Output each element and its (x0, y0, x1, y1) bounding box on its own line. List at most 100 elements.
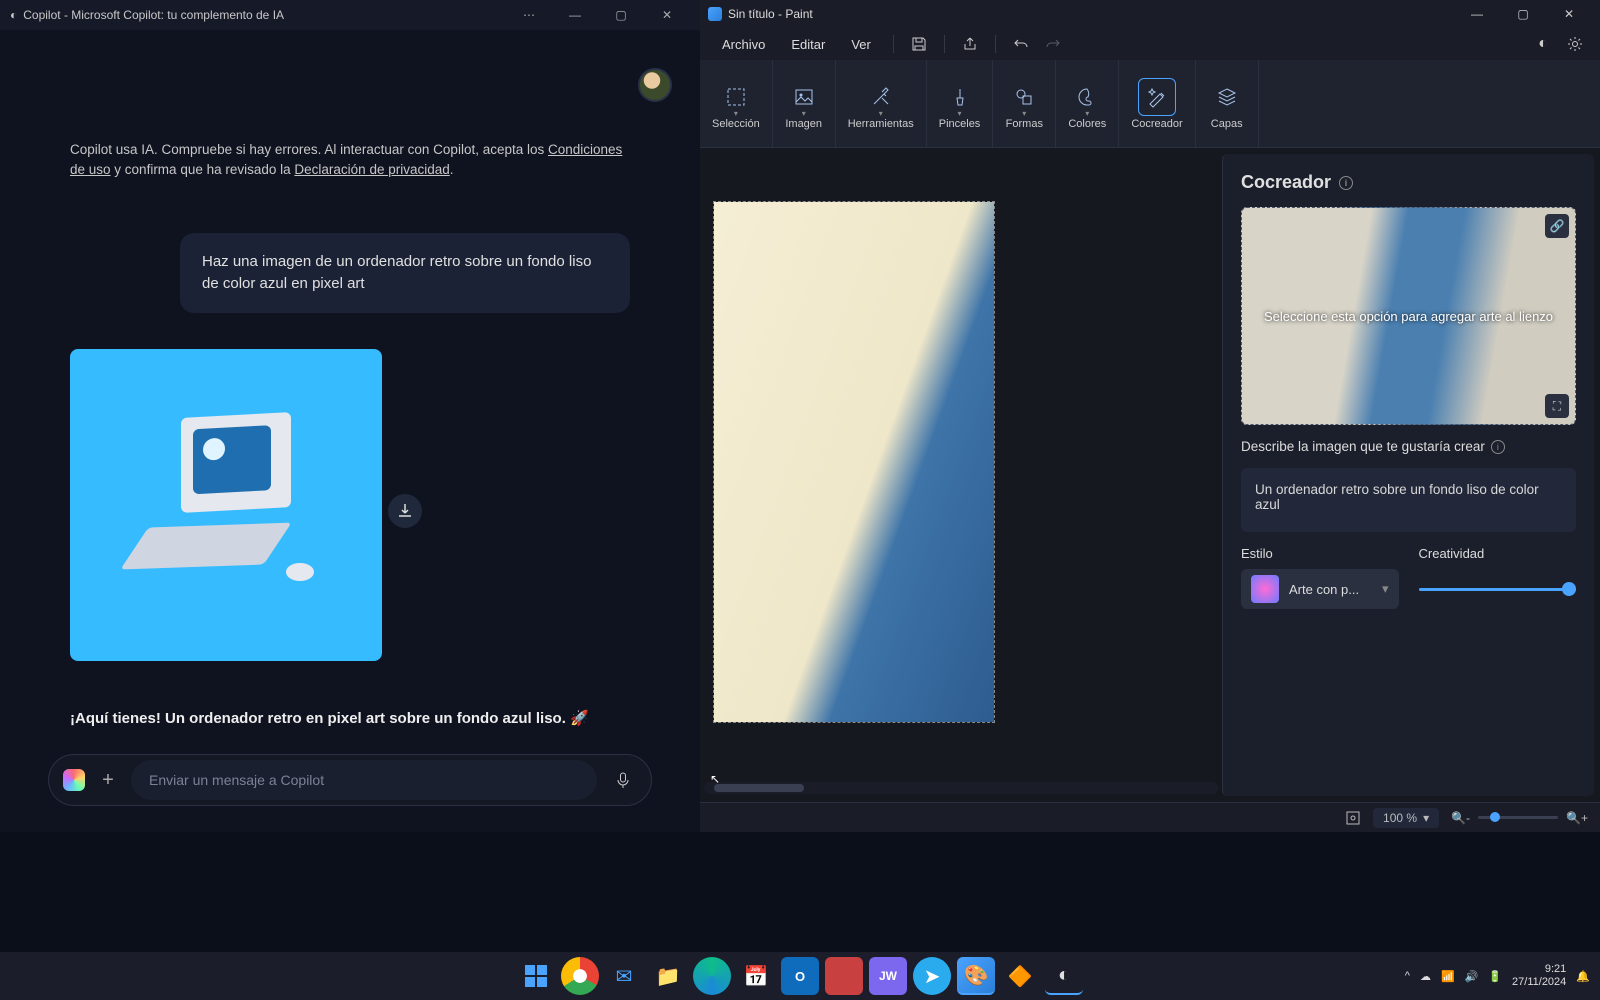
taskbar-app2[interactable]: JW (869, 957, 907, 995)
paint-titlebar: Sin título - Paint — ▢ ✕ (700, 0, 1600, 28)
response-caption: ¡Aquí tienes! Un ordenador retro en pixe… (70, 709, 630, 727)
microphone-button[interactable] (609, 766, 637, 794)
horizontal-scrollbar[interactable] (704, 782, 1218, 794)
ribbon-capas-label: Capas (1211, 118, 1243, 130)
taskbar-telegram[interactable]: ➤ (913, 957, 951, 995)
ribbon-pinceles[interactable]: ▾Pinceles (927, 60, 994, 147)
taskbar-outlook[interactable]: O (781, 957, 819, 995)
image-icon (793, 86, 815, 108)
palette-icon (1076, 86, 1098, 108)
taskbar-app3[interactable]: 🔶 (1001, 957, 1039, 995)
style-col: Estilo Arte con p... ▾ (1241, 546, 1399, 609)
zoom-in-button[interactable]: 🔍+ (1566, 811, 1588, 825)
ribbon-cocreador[interactable]: Cocreador (1119, 60, 1195, 147)
copilot-logo-icon[interactable] (63, 769, 85, 791)
taskbar-paint[interactable]: 🎨 (957, 957, 995, 995)
more-button[interactable]: ⋯ (506, 0, 552, 30)
preview-area[interactable]: 🔗 Seleccione esta opción para agregar ar… (1241, 207, 1576, 425)
disclaimer-text: Copilot usa IA. Compruebe si hay errores… (70, 140, 630, 179)
ribbon-colores[interactable]: ▾Colores (1056, 60, 1119, 147)
ribbon-herramientas-label: Herramientas (848, 118, 914, 130)
save-button[interactable] (904, 29, 934, 59)
ribbon-imagen-label: Imagen (785, 118, 822, 130)
undo-icon (1013, 36, 1029, 52)
tray-battery-icon[interactable]: 🔋 (1488, 970, 1502, 983)
clock-date: 27/11/2024 (1512, 976, 1566, 989)
tray-wifi-icon[interactable]: 📶 (1441, 970, 1455, 983)
message-input[interactable]: Enviar un mensaje a Copilot (131, 760, 597, 800)
ribbon-imagen[interactable]: ▾Imagen (773, 60, 836, 147)
retro-computer-graphic (126, 405, 326, 605)
layers-icon (1216, 86, 1238, 108)
redo-button[interactable] (1038, 29, 1068, 59)
canvas-zone: ↖ (700, 148, 1222, 802)
copilot-title: ◐ Copilot - Microsoft Copilot: tu comple… (10, 8, 506, 22)
clock[interactable]: 9:21 27/11/2024 (1512, 963, 1566, 989)
tray-cloud-icon[interactable]: ☁ (1420, 970, 1431, 983)
scrollbar-thumb[interactable] (714, 784, 804, 792)
canvas[interactable] (714, 202, 994, 722)
ribbon-formas[interactable]: ▾Formas (993, 60, 1056, 147)
ribbon-seleccion-label: Selección (712, 118, 760, 130)
zoom-out-button[interactable]: 🔍- (1451, 811, 1470, 825)
maximize-button[interactable]: ▢ (598, 0, 644, 30)
info-icon[interactable]: i (1339, 176, 1353, 190)
share-icon (962, 36, 978, 52)
privacy-link[interactable]: Declaración de privacidad (294, 162, 449, 177)
download-icon (397, 503, 413, 519)
menu-edit[interactable]: Editar (779, 31, 837, 58)
user-avatar[interactable] (638, 68, 672, 102)
describe-label-text: Describe la imagen que te gustaría crear (1241, 439, 1485, 454)
settings-button[interactable] (1560, 29, 1590, 59)
taskbar-explorer[interactable]: 📁 (649, 957, 687, 995)
paint-title-text: Sin título - Paint (728, 7, 813, 21)
paint-minimize-button[interactable]: — (1454, 0, 1500, 28)
paint-maximize-button[interactable]: ▢ (1500, 0, 1546, 28)
style-thumb-icon (1251, 575, 1279, 603)
minimize-button[interactable]: — (552, 0, 598, 30)
menu-view[interactable]: Ver (839, 31, 883, 58)
taskbar-app1[interactable] (825, 957, 863, 995)
ribbon-capas[interactable]: Capas (1196, 60, 1259, 147)
preview-expand-button[interactable]: ⛶ (1545, 394, 1569, 418)
info-icon[interactable]: i (1491, 440, 1505, 454)
zoom-slider[interactable] (1478, 816, 1558, 819)
paint-window: Sin título - Paint — ▢ ✕ Archivo Editar … (700, 0, 1600, 832)
preview-link-button[interactable]: 🔗 (1545, 214, 1569, 238)
separator (995, 35, 996, 53)
style-select[interactable]: Arte con p... ▾ (1241, 569, 1399, 609)
undo-button[interactable] (1006, 29, 1036, 59)
share-button[interactable] (955, 29, 985, 59)
creativity-slider[interactable] (1419, 569, 1577, 609)
user-message-bubble: Haz una imagen de un ordenador retro sob… (180, 233, 630, 313)
taskbar-chrome[interactable] (561, 957, 599, 995)
add-attachment-button[interactable]: + (97, 769, 119, 791)
ribbon-herramientas[interactable]: ▾Herramientas (836, 60, 927, 147)
zoom-select[interactable]: 100 %▾ (1373, 808, 1439, 828)
fit-button[interactable] (1345, 810, 1361, 826)
prompt-input[interactable]: Un ordenador retro sobre un fondo liso d… (1241, 468, 1576, 532)
download-button[interactable] (388, 494, 422, 528)
clock-time: 9:21 (1512, 963, 1566, 976)
taskbar-calendar[interactable]: 📅 (737, 957, 775, 995)
disclaimer-mid: y confirma que ha revisado la (111, 162, 295, 177)
copilot-icon: ◐ (10, 8, 17, 22)
ribbon-seleccion[interactable]: ▾Selección (700, 60, 773, 147)
notifications-button[interactable]: 🔔 (1576, 970, 1590, 983)
taskbar: ✉ 📁 📅 O JW ➤ 🎨 🔶 ◐ ^ ☁ 📶 🔊 🔋 9:21 27/11/… (0, 952, 1600, 1000)
close-button[interactable]: ✕ (644, 0, 690, 30)
taskbar-copilot[interactable]: ◐ (1045, 957, 1083, 995)
system-tray: ^ ☁ 📶 🔊 🔋 9:21 27/11/2024 🔔 (1405, 963, 1590, 989)
save-icon (911, 36, 927, 52)
paint-close-button[interactable]: ✕ (1546, 0, 1592, 28)
start-button[interactable] (517, 957, 555, 995)
preview-hint: Seleccione esta opción para agregar arte… (1244, 309, 1573, 324)
menu-file[interactable]: Archivo (710, 31, 777, 58)
generated-image[interactable] (70, 349, 382, 661)
taskbar-mail[interactable]: ✉ (605, 957, 643, 995)
copilot-hint-button[interactable]: ◐ (1528, 29, 1558, 59)
tray-volume-icon[interactable]: 🔊 (1465, 970, 1479, 983)
ribbon-colores-label: Colores (1068, 118, 1106, 130)
tray-chevron[interactable]: ^ (1405, 970, 1410, 982)
taskbar-edge[interactable] (693, 957, 731, 995)
